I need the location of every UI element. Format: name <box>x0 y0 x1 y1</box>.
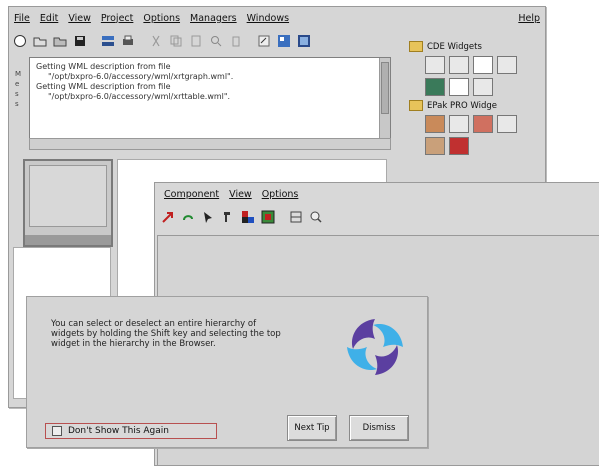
menu-component[interactable]: Component <box>159 189 224 200</box>
tree-icon[interactable] <box>99 32 117 50</box>
widget-icon[interactable] <box>473 115 493 133</box>
cut-icon[interactable] <box>147 32 165 50</box>
menu-project[interactable]: Project <box>96 13 139 24</box>
next-tip-button[interactable]: Next Tip <box>287 415 337 441</box>
tree-color-icon[interactable] <box>239 208 257 226</box>
tip-text: You can select or deselect an entire hie… <box>51 319 281 349</box>
widget-icon[interactable] <box>425 137 445 155</box>
dont-show-again-label: Don't Show This Again <box>68 426 169 436</box>
widget-icon[interactable] <box>473 78 493 96</box>
message-vscrollbar[interactable] <box>379 58 390 138</box>
main-toolbar <box>11 31 313 51</box>
message-line: "/opt/bxpro-6.0/accessory/wml/xrttable.w… <box>48 92 231 101</box>
paste-icon[interactable] <box>187 32 205 50</box>
copy-icon[interactable] <box>167 32 185 50</box>
design-canvas-thumbnail[interactable] <box>23 159 113 247</box>
delete-icon[interactable] <box>227 32 245 50</box>
dont-show-again-checkbox[interactable]: Don't Show This Again <box>45 423 217 439</box>
panel-icon[interactable] <box>287 208 305 226</box>
palette-group-epak[interactable]: EPak PRO Widge <box>409 100 537 111</box>
open-icon[interactable] <box>31 32 49 50</box>
menu-options[interactable]: Options <box>257 189 304 200</box>
message-hscrollbar[interactable] <box>29 138 391 150</box>
widget-icon[interactable] <box>497 115 517 133</box>
browser-toolbar <box>159 207 325 227</box>
message-line: "/opt/bxpro-6.0/accessory/wml/xrtgraph.w… <box>48 72 234 81</box>
widget-icon[interactable] <box>425 56 445 74</box>
menu-file[interactable]: File <box>9 13 35 24</box>
widget-icon[interactable] <box>425 115 445 133</box>
widget-icon[interactable] <box>473 56 493 74</box>
tip-dialog: You can select or deselect an entire hie… <box>26 296 428 448</box>
main-menubar: File Edit View Project Options Managers … <box>9 7 545 29</box>
scroll-thumb[interactable] <box>381 62 389 114</box>
widget-icon[interactable] <box>497 56 517 74</box>
checkbox-icon[interactable] <box>52 426 62 436</box>
builder-logo-icon <box>347 319 403 375</box>
save-icon[interactable] <box>71 32 89 50</box>
message-area[interactable]: Getting WML description from file "/opt/… <box>29 57 391 139</box>
edit-icon[interactable] <box>255 32 273 50</box>
menu-edit[interactable]: Edit <box>35 13 63 24</box>
pointer-icon[interactable] <box>219 208 237 226</box>
widget-palette: CDE Widgets EPak PRO Widge <box>405 37 537 187</box>
widget-icon[interactable] <box>425 78 445 96</box>
folder-icon <box>409 100 423 111</box>
new-icon[interactable] <box>11 32 29 50</box>
message-line: Getting WML description from file <box>36 62 171 71</box>
widget-icon[interactable] <box>449 137 469 155</box>
layout-icon[interactable] <box>295 32 313 50</box>
folder-icon <box>409 41 423 52</box>
widget-icon[interactable] <box>449 78 469 96</box>
menu-help[interactable]: Help <box>513 13 545 24</box>
palette-group-cde[interactable]: CDE Widgets <box>409 41 537 52</box>
message-side-tabs[interactable]: Mess <box>15 69 21 109</box>
search-icon[interactable] <box>307 208 325 226</box>
cursor-icon[interactable] <box>199 208 217 226</box>
widget-icon[interactable] <box>449 56 469 74</box>
browse-icon[interactable] <box>275 32 293 50</box>
grid-icon[interactable] <box>259 208 277 226</box>
widget-icon[interactable] <box>449 115 469 133</box>
browser-menubar: Component View Options <box>155 183 599 205</box>
find-icon[interactable] <box>207 32 225 50</box>
menu-view[interactable]: View <box>224 189 257 200</box>
menu-view[interactable]: View <box>63 13 96 24</box>
message-line: Getting WML description from file <box>36 82 171 91</box>
green-arrow-icon[interactable] <box>179 208 197 226</box>
folder-icon[interactable] <box>51 32 69 50</box>
menu-windows[interactable]: Windows <box>242 13 294 24</box>
menu-options[interactable]: Options <box>138 13 185 24</box>
menu-managers[interactable]: Managers <box>185 13 242 24</box>
print-icon[interactable] <box>119 32 137 50</box>
red-arrow-icon[interactable] <box>159 208 177 226</box>
dismiss-button[interactable]: Dismiss <box>349 415 409 441</box>
